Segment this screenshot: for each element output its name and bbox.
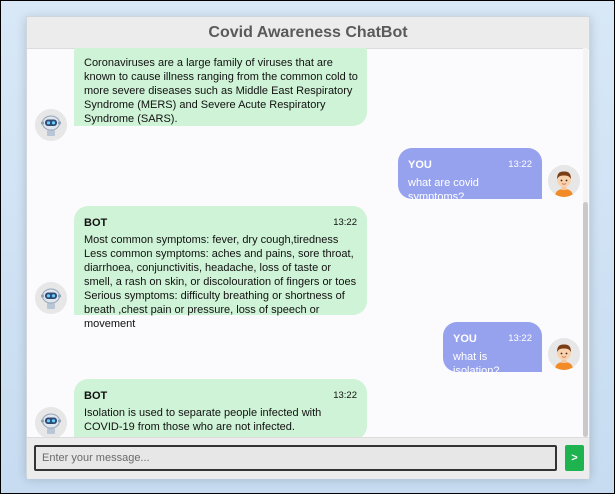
sender-name: YOU (408, 159, 432, 171)
message-time: 13:22 (333, 390, 357, 401)
user-avatar (548, 338, 580, 370)
message-bubble: BOT 13:22 Isolation is used to separate … (74, 379, 367, 437)
robot-icon (35, 282, 67, 314)
message-input[interactable] (34, 445, 557, 471)
message-text: what are covid symptoms? (408, 177, 479, 203)
message-text: Coronaviruses are a large family of viru… (84, 57, 358, 125)
chat-header: Covid Awareness ChatBot (27, 17, 589, 49)
send-button[interactable]: > (565, 445, 584, 471)
boy-icon (548, 338, 580, 370)
user-avatar (548, 165, 580, 197)
message-bubble: Coronaviruses are a large family of viru… (74, 48, 367, 126)
scrollbar-thumb[interactable] (583, 202, 588, 437)
message-time: 13:22 (508, 333, 532, 344)
message-text: what is isolation? (453, 351, 500, 377)
message-bubble: BOT 13:22 Most common symptoms: fever, d… (74, 206, 367, 330)
sender-name: YOU (453, 333, 477, 345)
sender-name: BOT (84, 390, 108, 402)
robot-icon (35, 407, 67, 437)
bot-avatar (35, 407, 67, 437)
bot-avatar (35, 109, 67, 141)
message-bubble: YOU 13:22 what is isolation? (443, 322, 542, 377)
chat-window: Covid Awareness ChatBot Coronaviruses ar… (26, 16, 590, 479)
robot-icon (35, 109, 67, 141)
message-time: 13:22 (333, 217, 357, 228)
bot-avatar (35, 282, 67, 314)
composer-bar: > (27, 437, 589, 479)
page-title: Covid Awareness ChatBot (208, 23, 408, 41)
message-text: Most common symptoms: fever, dry cough,t… (84, 234, 357, 330)
message-time: 13:22 (508, 159, 532, 170)
boy-icon (548, 165, 580, 197)
message-bubble: YOU 13:22 what are covid symptoms? (398, 148, 542, 203)
sender-name: BOT (84, 217, 108, 229)
message-text: Isolation is used to separate people inf… (84, 407, 322, 433)
message-list[interactable]: Coronaviruses are a large family of viru… (27, 48, 589, 437)
